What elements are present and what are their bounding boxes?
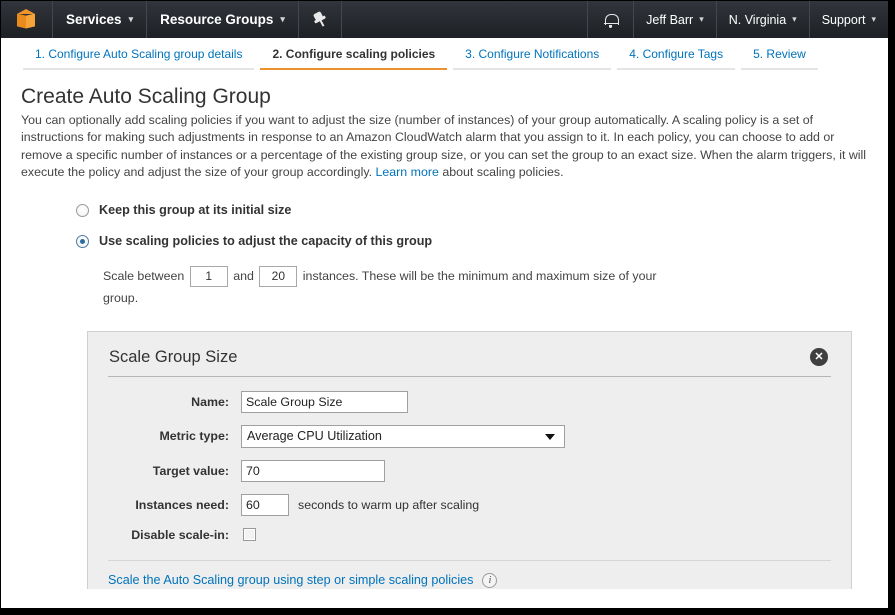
form-row-warmup: Instances need: seconds to warm up after… — [108, 494, 831, 516]
chevron-down-icon: ▾ — [792, 14, 797, 25]
info-icon[interactable]: i — [482, 573, 497, 588]
nav-region-menu[interactable]: N. Virginia ▾ — [716, 1, 809, 38]
chevron-down-icon: ▾ — [280, 14, 285, 25]
metric-type-selected-value: Average CPU Utilization — [242, 429, 382, 443]
label-metric-type: Metric type: — [108, 429, 241, 443]
radio-button-keep-initial-size[interactable] — [76, 204, 89, 217]
scale-between-row: Scale between and instances. These will … — [21, 265, 661, 309]
chevron-down-icon — [545, 434, 555, 440]
form-row-target-value: Target value: — [108, 460, 831, 482]
min-size-input[interactable] — [190, 266, 228, 287]
radio-label-keep-initial-size: Keep this group at its initial size — [99, 203, 291, 217]
pin-shortcut-button[interactable] — [299, 1, 342, 38]
tab-configure-group-details[interactable]: 1. Configure Auto Scaling group details — [23, 47, 254, 70]
nav-services-menu[interactable]: Services ▾ — [53, 1, 147, 38]
label-instances-need: Instances need: — [108, 498, 241, 512]
policy-panel-title: Scale Group Size — [109, 348, 237, 367]
close-icon[interactable]: ✕ — [810, 348, 828, 366]
radio-label-use-scaling-policies: Use scaling policies to adjust the capac… — [99, 234, 432, 248]
chevron-down-icon: ▾ — [871, 14, 876, 25]
step-scaling-policies-link[interactable]: Scale the Auto Scaling group using step … — [108, 573, 473, 587]
aws-top-navigation: Services ▾ Resource Groups ▾ Jeff Barr ▾… — [1, 1, 888, 38]
nav-support-menu[interactable]: Support ▾ — [809, 1, 888, 38]
scale-between-prefix: Scale between — [103, 269, 184, 283]
label-disable-scale-in: Disable scale-in: — [108, 528, 241, 542]
nav-account-menu[interactable]: Jeff Barr ▾ — [633, 1, 716, 38]
scale-between-and: and — [233, 269, 254, 283]
tab-configure-notifications[interactable]: 3. Configure Notifications — [453, 47, 611, 70]
nav-spacer — [342, 1, 587, 38]
target-value-input[interactable] — [241, 460, 385, 482]
form-row-name: Name: — [108, 391, 831, 413]
scale-between-suffix: instances. These will be the minimum and… — [103, 269, 657, 305]
warmup-suffix-text: seconds to warm up after scaling — [298, 498, 479, 512]
chevron-down-icon: ▾ — [699, 14, 704, 25]
nav-resource-groups-menu[interactable]: Resource Groups ▾ — [147, 1, 299, 38]
wizard-step-tabs: 1. Configure Auto Scaling group details … — [1, 38, 888, 71]
metric-type-select[interactable]: Average CPU Utilization — [241, 425, 565, 448]
nav-services-label: Services — [66, 12, 122, 27]
radio-button-use-scaling-policies[interactable] — [76, 235, 89, 248]
bell-icon — [604, 12, 618, 28]
policy-panel-footer: Scale the Auto Scaling group using step … — [108, 560, 831, 588]
warmup-seconds-input[interactable] — [241, 494, 289, 516]
policy-panel-header: Scale Group Size ✕ — [108, 348, 831, 377]
radio-option-keep-initial-size[interactable]: Keep this group at its initial size — [76, 203, 870, 217]
label-target-value: Target value: — [108, 464, 241, 478]
description-text-part2: about scaling policies. — [439, 165, 564, 179]
radio-option-use-scaling-policies[interactable]: Use scaling policies to adjust the capac… — [76, 234, 870, 248]
form-row-disable-scale-in: Disable scale-in: — [108, 528, 831, 542]
chevron-down-icon: ▾ — [129, 14, 134, 25]
tab-review[interactable]: 5. Review — [741, 47, 818, 70]
nav-account-label: Jeff Barr — [646, 13, 693, 27]
scaling-policy-panel: Scale Group Size ✕ Name: Metric type: Av… — [87, 331, 852, 589]
disable-scale-in-checkbox[interactable] — [243, 528, 256, 541]
page-description: You can optionally add scaling policies … — [21, 112, 870, 182]
notifications-button[interactable] — [587, 1, 633, 38]
scaling-option-radio-group: Keep this group at its initial size Use … — [21, 203, 870, 248]
label-name: Name: — [108, 395, 241, 409]
nav-region-label: N. Virginia — [729, 13, 786, 27]
browser-window: Services ▾ Resource Groups ▾ Jeff Barr ▾… — [0, 0, 889, 609]
nav-right-group: Jeff Barr ▾ N. Virginia ▾ Support ▾ — [587, 1, 888, 38]
nav-support-label: Support — [822, 13, 866, 27]
aws-logo[interactable] — [1, 1, 53, 38]
learn-more-link[interactable]: Learn more — [376, 165, 439, 179]
policy-name-input[interactable] — [241, 391, 408, 413]
tab-configure-tags[interactable]: 4. Configure Tags — [617, 47, 735, 70]
nav-resource-groups-label: Resource Groups — [160, 12, 273, 27]
form-row-metric-type: Metric type: Average CPU Utilization — [108, 425, 831, 448]
page-content: Create Auto Scaling Group You can option… — [1, 71, 888, 589]
max-size-input[interactable] — [259, 266, 297, 287]
policy-form: Name: Metric type: Average CPU Utilizati… — [108, 377, 831, 542]
page-title: Create Auto Scaling Group — [21, 85, 870, 109]
aws-cube-icon — [16, 9, 37, 31]
tab-configure-scaling-policies[interactable]: 2. Configure scaling policies — [260, 47, 447, 70]
pin-icon — [310, 10, 329, 30]
